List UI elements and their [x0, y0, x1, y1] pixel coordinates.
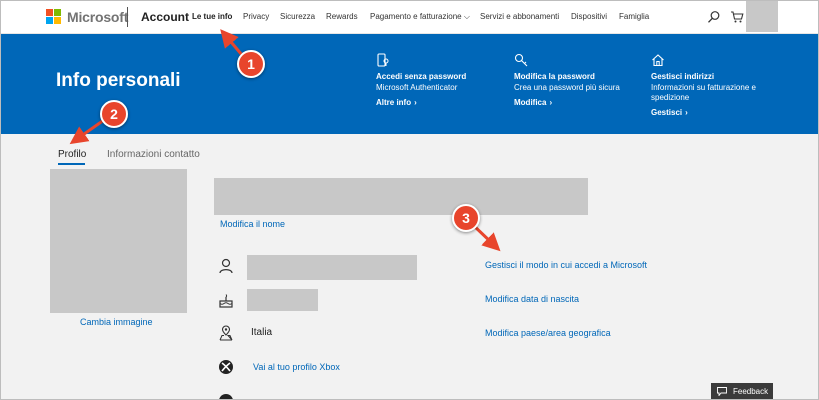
avatar[interactable] [746, 0, 778, 32]
card-description: Crea una password più sicura [514, 83, 620, 92]
nav-servizi[interactable]: Servizi e abbonamenti [480, 12, 559, 21]
altre-info-link[interactable]: Altre info › [376, 98, 417, 107]
tab-profilo[interactable]: Profilo [58, 149, 86, 160]
search-icon[interactable] [707, 10, 721, 24]
chevron-right-icon: › [685, 108, 688, 117]
nav-sicurezza[interactable]: Sicurezza [280, 12, 315, 21]
edit-birthdate-link[interactable]: Modifica data di nascita [485, 294, 579, 304]
gestisci-indirizzi-link[interactable]: Gestisci › [651, 108, 688, 117]
nav-pagamento[interactable]: Pagamento e fatturazione ⌵ [370, 12, 470, 22]
microsoft-logo-icon[interactable] [46, 9, 62, 25]
active-tab-indicator [58, 163, 85, 165]
redacted-name [214, 178, 588, 215]
country-value: Italia [251, 327, 273, 338]
card-description: Informazioni su fatturazione e spedizion… [651, 83, 756, 102]
chat-bubble-icon [717, 387, 727, 396]
nav-divider [127, 7, 128, 27]
redacted-email [247, 255, 417, 280]
card-title: Accedi senza password [376, 72, 467, 81]
card-title: Gestisci indirizzi [651, 72, 715, 81]
account-title[interactable]: Account [141, 10, 189, 24]
xbox-profile-link[interactable]: Vai al tuo profilo Xbox [253, 362, 340, 372]
card-title: Modifica la password [514, 72, 595, 81]
page-title: Info personali [56, 70, 181, 91]
link-label: Modifica [514, 98, 547, 107]
manage-signin-link[interactable]: Gestisci il modo in cui accedi a Microso… [485, 260, 647, 270]
nav-famiglia[interactable]: Famiglia [619, 12, 649, 21]
key-icon [514, 53, 528, 67]
edit-country-link[interactable]: Modifica paese/area geografica [485, 328, 611, 338]
birthday-cake-icon [219, 294, 233, 308]
edit-name-link[interactable]: Modifica il nome [220, 219, 285, 229]
xbox-icon [219, 360, 233, 374]
partial-icon [219, 394, 233, 400]
brand-name[interactable]: Microsoft [67, 9, 128, 25]
top-navigation: Microsoft Account Le tue info Privacy Si… [0, 0, 819, 34]
chevron-right-icon: › [414, 98, 417, 107]
feedback-button[interactable]: Feedback [711, 383, 773, 400]
tab-informazioni-contatto[interactable]: Informazioni contatto [107, 149, 200, 160]
card-description: Microsoft Authenticator [376, 83, 458, 92]
modifica-password-link[interactable]: Modifica › [514, 98, 552, 107]
link-label: Altre info [376, 98, 412, 107]
nav-dispositivi[interactable]: Dispositivi [571, 12, 607, 21]
annotation-marker-2: 2 [100, 100, 128, 128]
nav-rewards[interactable]: Rewards [326, 12, 358, 21]
home-icon [652, 54, 664, 67]
feedback-label: Feedback [733, 387, 769, 396]
redacted-birthdate [247, 289, 318, 311]
person-icon [219, 258, 233, 274]
nav-privacy[interactable]: Privacy [243, 12, 269, 21]
nav-le-tue-info[interactable]: Le tue info [192, 12, 232, 21]
change-photo-link[interactable]: Cambia immagine [80, 317, 153, 327]
phone-key-icon [377, 53, 389, 67]
chevron-right-icon: › [549, 98, 553, 107]
annotation-marker-3: 3 [452, 204, 480, 232]
link-label: Gestisci [651, 108, 683, 117]
profile-photo [50, 169, 187, 313]
annotation-marker-1: 1 [237, 50, 265, 78]
cart-icon[interactable] [730, 10, 744, 24]
location-pin-icon [219, 325, 233, 341]
